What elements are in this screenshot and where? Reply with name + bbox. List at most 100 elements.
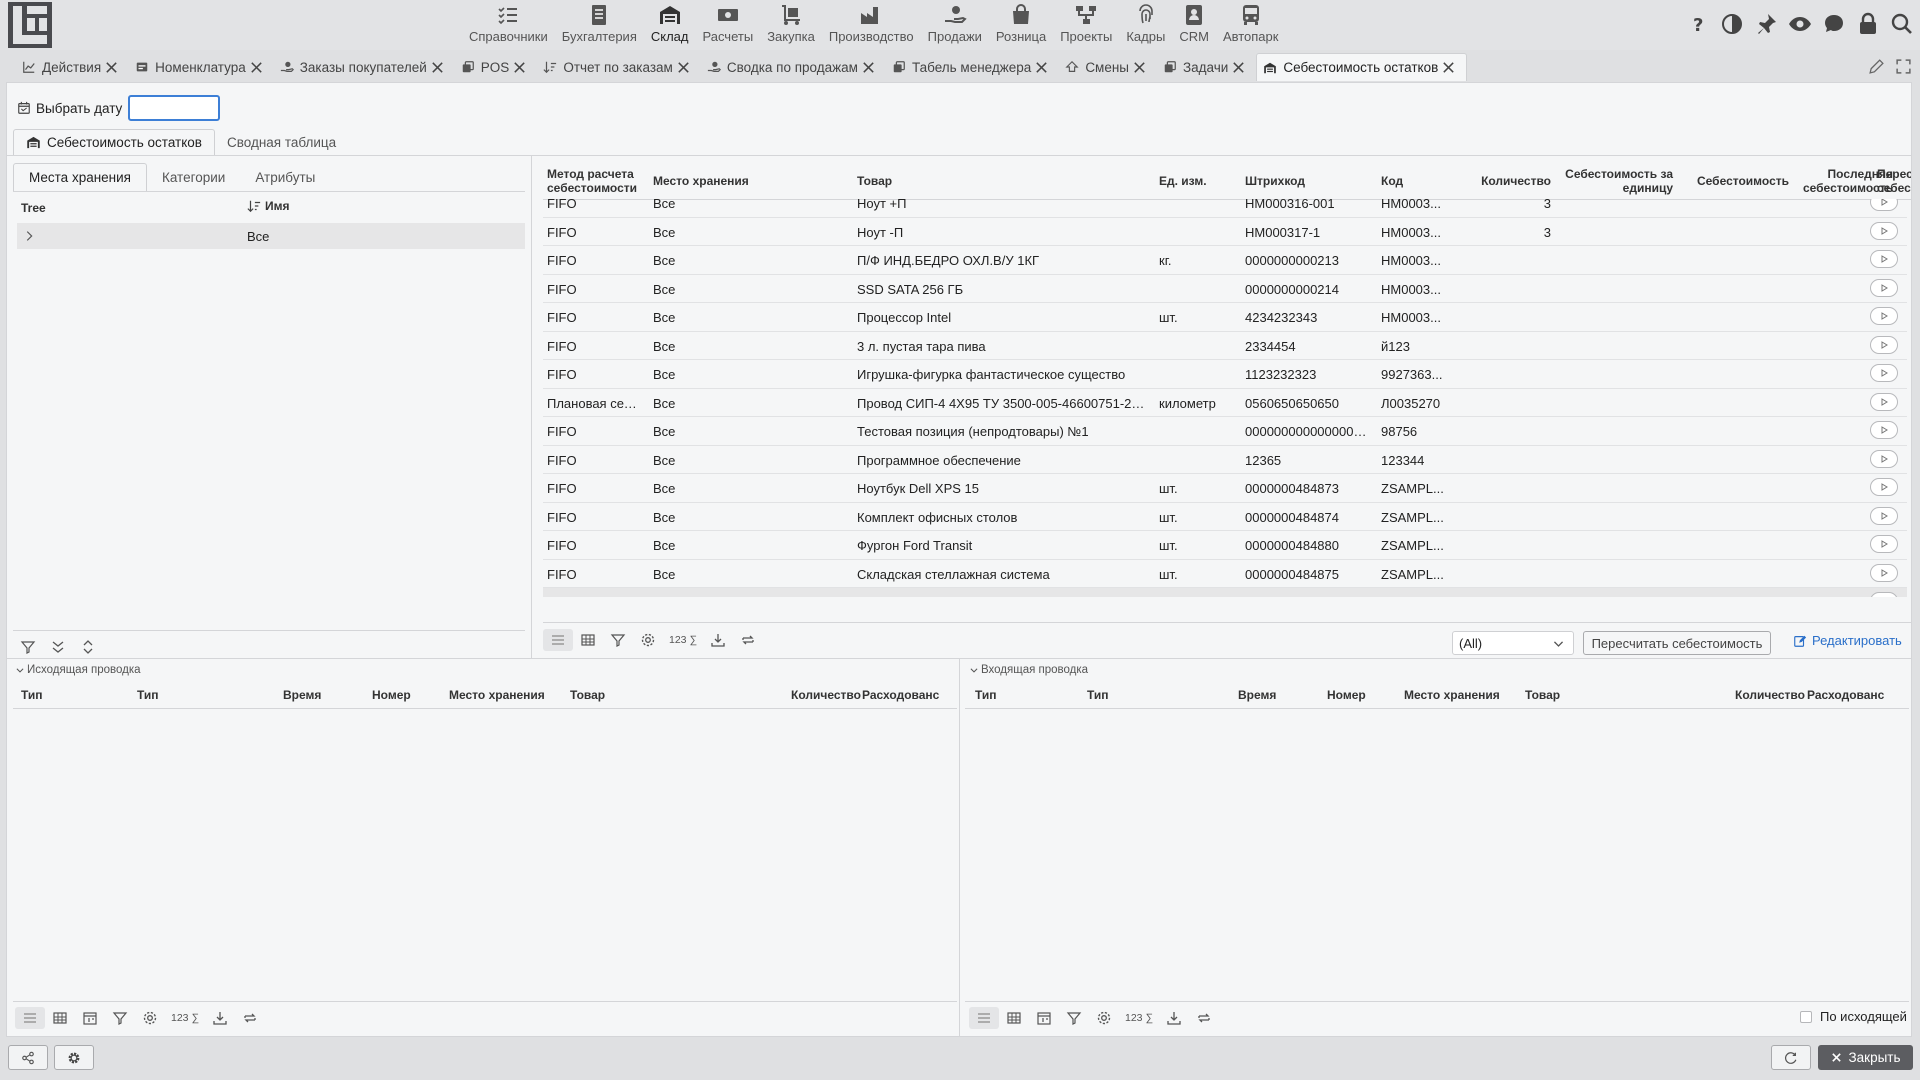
nav-production[interactable]: Производство: [822, 0, 921, 50]
tab-customer-orders[interactable]: Заказы покупателей: [274, 53, 455, 81]
tab-manager-timesheet[interactable]: Табель менеджера: [886, 53, 1059, 81]
tab-stock-cost[interactable]: Себестоимость остатков: [1256, 53, 1468, 81]
close-icon[interactable]: [430, 60, 445, 75]
expand-all-button[interactable]: [73, 636, 103, 658]
close-icon[interactable]: [861, 60, 876, 75]
checkbox-box[interactable]: [1800, 1010, 1812, 1023]
column-header[interactable]: Себестоимость за единицу: [1555, 167, 1673, 195]
column-header[interactable]: Товар: [570, 688, 605, 702]
totals-button[interactable]: 123 ∑: [1119, 1007, 1159, 1029]
tree-column-header[interactable]: Tree: [21, 201, 46, 215]
column-header[interactable]: Тип: [1087, 688, 1109, 702]
column-header[interactable]: Номер: [1327, 688, 1366, 702]
refresh-button[interactable]: [733, 629, 763, 651]
nav-purchasing[interactable]: Закупка: [760, 0, 822, 50]
help-icon[interactable]: [1686, 12, 1710, 36]
column-header[interactable]: Количество: [1735, 688, 1805, 702]
table-row[interactable]: FIFO Все SSD SATA 256 ГБ 0000000000214 НМ000…: [543, 275, 1907, 303]
filter-button[interactable]: [13, 636, 43, 658]
filter-button[interactable]: [603, 629, 633, 651]
subtab-stock-cost[interactable]: Себестоимость остатков: [13, 129, 215, 155]
refresh-button[interactable]: [1189, 1007, 1219, 1029]
column-header[interactable]: Расходованс: [1807, 688, 1884, 702]
calendar-view-button[interactable]: [1029, 1007, 1059, 1029]
table-row[interactable]: FIFO Все Фургон Ford Transit шт. 00000004848…: [543, 531, 1907, 560]
recalculate-cost-button[interactable]: Пересчитать себестоимость: [1583, 631, 1771, 655]
app-logo[interactable]: [8, 2, 52, 48]
row-open-button[interactable]: [1870, 563, 1898, 582]
row-open-button[interactable]: [1870, 506, 1898, 525]
nav-hr[interactable]: Кадры: [1119, 0, 1172, 50]
incoming-posting-toggle[interactable]: Входящая проводка: [969, 664, 1088, 676]
edit-link[interactable]: Редактировать: [1793, 633, 1902, 648]
name-column-header[interactable]: Имя: [247, 199, 290, 213]
totals-button[interactable]: 123 ∑: [663, 629, 703, 651]
table-row[interactable]: FIFO Все 3D-принтер Ultimaker шт. 0000000484…: [543, 588, 1907, 597]
column-header[interactable]: Перес себес: [1877, 167, 1911, 199]
date-input[interactable]: [128, 95, 221, 121]
column-header[interactable]: Ед. изм.: [1159, 174, 1207, 188]
nav-fleet[interactable]: Автопарк: [1216, 0, 1286, 50]
table-row[interactable]: FIFO Все Тестовая позиция (непродтовары) №…: [543, 417, 1907, 446]
tab-shifts[interactable]: Смены: [1059, 53, 1157, 81]
fullscreen-icon[interactable]: [1895, 58, 1912, 75]
row-open-button[interactable]: [1870, 592, 1898, 597]
divider[interactable]: [959, 659, 960, 1037]
column-header[interactable]: Метод расчета себестоимости: [547, 167, 643, 195]
table-row[interactable]: Плановая себе... Все Провод СИП-4 4Х95 ТУ …: [543, 389, 1907, 417]
table-row[interactable]: FIFO Все Ноутбук Dell XPS 15 шт. 00000004848…: [543, 474, 1907, 503]
nav-crm[interactable]: CRM: [1172, 0, 1216, 50]
tab-tasks[interactable]: Задачи: [1157, 53, 1256, 81]
column-header[interactable]: Тип: [21, 688, 43, 702]
table-view-button[interactable]: [573, 629, 603, 651]
row-open-button[interactable]: [1870, 478, 1898, 496]
nav-sales[interactable]: Продажи: [921, 0, 989, 50]
subtab-pivot-table[interactable]: Сводная таблица: [215, 129, 348, 155]
row-open-button[interactable]: [1870, 535, 1898, 553]
close-icon[interactable]: [676, 60, 691, 75]
export-button[interactable]: [1159, 1007, 1189, 1029]
table-row[interactable]: FIFO Все Ноут +П НМ000316-001 НМ0003... 3: [543, 199, 1907, 218]
column-header[interactable]: Товар: [857, 174, 892, 188]
table-view-button[interactable]: [999, 1007, 1029, 1029]
tab-storage-places[interactable]: Места хранения: [13, 163, 147, 191]
table-row[interactable]: FIFO Все Складская стеллажная система шт. 00…: [543, 560, 1907, 588]
divider[interactable]: [531, 156, 532, 658]
tab-sales-summary[interactable]: Сводка по продажам: [701, 53, 886, 81]
row-open-button[interactable]: [1870, 221, 1898, 240]
settings-button[interactable]: [1089, 1007, 1119, 1029]
pin-icon[interactable]: [1754, 12, 1778, 36]
close-icon[interactable]: [104, 60, 119, 75]
settings-button[interactable]: [135, 1007, 165, 1029]
column-header[interactable]: Место хранения: [449, 688, 545, 702]
column-header[interactable]: Место хранения: [653, 174, 749, 188]
close-icon[interactable]: [1034, 60, 1049, 75]
lock-icon[interactable]: [1856, 12, 1880, 36]
outgoing-posting-toggle[interactable]: Исходящая проводка: [15, 664, 141, 676]
row-open-button[interactable]: [1870, 199, 1898, 211]
nav-settlements[interactable]: Расчеты: [695, 0, 760, 50]
column-header[interactable]: Товар: [1525, 688, 1560, 702]
close-icon[interactable]: [249, 60, 264, 75]
table-row[interactable]: FIFO Все Комплект офисных столов шт. 0000000…: [543, 503, 1907, 531]
theme-contrast-icon[interactable]: [1720, 12, 1744, 36]
pencil-icon[interactable]: [1868, 58, 1885, 75]
table-row[interactable]: FIFO Все Игрушка-фигурка фантастическое су…: [543, 360, 1907, 389]
row-open-button[interactable]: [1870, 392, 1898, 411]
tab-actions[interactable]: Действия: [16, 53, 129, 81]
row-open-button[interactable]: [1870, 278, 1898, 297]
table-row[interactable]: FIFO Все 3 л. пустая тара пива 2334454 й123: [543, 332, 1907, 360]
list-view-button[interactable]: [969, 1007, 999, 1029]
column-header[interactable]: Штрихкод: [1245, 174, 1305, 188]
table-row[interactable]: FIFO Все П/Ф ИНД.БЕДРО ОХЛ.В/У 1КГ кг. 00000…: [543, 246, 1907, 275]
filter-button[interactable]: [1059, 1007, 1089, 1029]
share-button[interactable]: [8, 1045, 48, 1070]
export-button[interactable]: [703, 629, 733, 651]
row-open-button[interactable]: [1870, 307, 1898, 325]
table-row[interactable]: FIFO Все Ноут -П НМ000317-1 НМ0003... 3: [543, 218, 1907, 246]
table-row[interactable]: FIFO Все Процессор Intel шт. 4234232343 НМ000…: [543, 303, 1907, 332]
filter-button[interactable]: [105, 1007, 135, 1029]
search-icon[interactable]: [1890, 12, 1914, 36]
reload-button[interactable]: [1771, 1045, 1811, 1070]
list-view-button[interactable]: [15, 1007, 45, 1029]
